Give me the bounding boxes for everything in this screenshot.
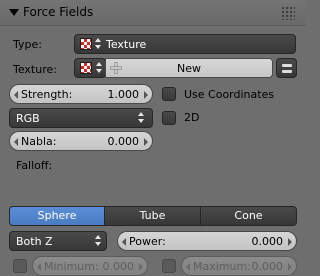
falloff-cone-label: Cone [234, 209, 263, 222]
power-field[interactable]: Power: 0.000 [117, 231, 297, 251]
maximum-field[interactable]: Maximum: 0.000 [181, 256, 297, 276]
new-texture-button[interactable]: New [105, 58, 273, 78]
nabla-field[interactable]: Nabla: 0.000 [9, 131, 153, 151]
texture-checker-icon [80, 38, 92, 50]
up-down-arrows-icon [138, 111, 146, 125]
drag-grip-icon[interactable] [281, 6, 295, 20]
falloff-sphere-button[interactable]: Sphere [9, 206, 105, 226]
decrement-arrow-icon[interactable] [37, 263, 41, 271]
use-maximum-checkbox[interactable] [162, 259, 176, 273]
texture-options-button[interactable] [276, 58, 297, 78]
use-minimum-checkbox[interactable] [13, 259, 27, 273]
decrement-arrow-icon[interactable] [122, 238, 126, 246]
mode-value: RGB [16, 112, 40, 125]
minimum-value: 0.000 [102, 260, 135, 273]
panel-header[interactable]: Force Fields [0, 0, 306, 26]
falloff-tube-label: Tube [139, 209, 166, 222]
increment-arrow-icon[interactable] [288, 263, 292, 271]
power-value: 0.000 [251, 235, 284, 248]
two-d-label: 2D [184, 111, 200, 124]
texture-checker-icon [80, 62, 92, 74]
two-d-checkbox[interactable] [162, 111, 176, 125]
increment-arrow-icon[interactable] [139, 263, 143, 271]
panel-title: Force Fields [23, 5, 94, 19]
decrement-arrow-icon[interactable] [186, 263, 190, 271]
power-label: Power: [129, 235, 166, 248]
falloff-sphere-label: Sphere [37, 209, 77, 222]
falloff-cone-button[interactable]: Cone [200, 206, 297, 226]
increment-arrow-icon[interactable] [288, 238, 292, 246]
minimum-field[interactable]: Minimum: 0.000 [32, 256, 148, 276]
falloff-axis-value: Both Z [16, 235, 53, 248]
up-down-arrows-icon [95, 37, 103, 51]
strength-value: 1.000 [107, 88, 140, 101]
disclosure-triangle-icon[interactable] [9, 9, 19, 16]
increment-arrow-icon[interactable] [144, 91, 148, 99]
increment-arrow-icon[interactable] [144, 138, 148, 146]
strength-label: Strength: [21, 88, 73, 101]
type-dropdown[interactable]: Texture [74, 34, 296, 54]
texture-browse-button[interactable] [74, 58, 106, 78]
decrement-arrow-icon[interactable] [14, 138, 18, 146]
type-label: Type: [13, 38, 42, 51]
falloff-label: Falloff: [16, 159, 53, 172]
maximum-label: Maximum: [193, 260, 251, 273]
new-button-label: New [177, 62, 201, 75]
use-coordinates-checkbox[interactable] [162, 87, 176, 101]
use-coordinates-label: Use Coordinates [184, 88, 275, 101]
falloff-tube-button[interactable]: Tube [104, 206, 201, 226]
minimum-label: Minimum: [44, 260, 99, 273]
falloff-axis-dropdown[interactable]: Both Z [9, 231, 107, 251]
up-down-arrows-icon [95, 234, 103, 248]
strength-field[interactable]: Strength: 1.000 [9, 84, 153, 104]
up-down-arrows-icon [96, 61, 104, 75]
nabla-label: Nabla: [21, 135, 57, 148]
maximum-value: 0.000 [251, 260, 284, 273]
decrement-arrow-icon[interactable] [14, 91, 18, 99]
nabla-value: 0.000 [107, 135, 140, 148]
texture-label: Texture: [13, 63, 57, 76]
type-value: Texture [106, 38, 147, 51]
mode-dropdown[interactable]: RGB [9, 108, 153, 128]
